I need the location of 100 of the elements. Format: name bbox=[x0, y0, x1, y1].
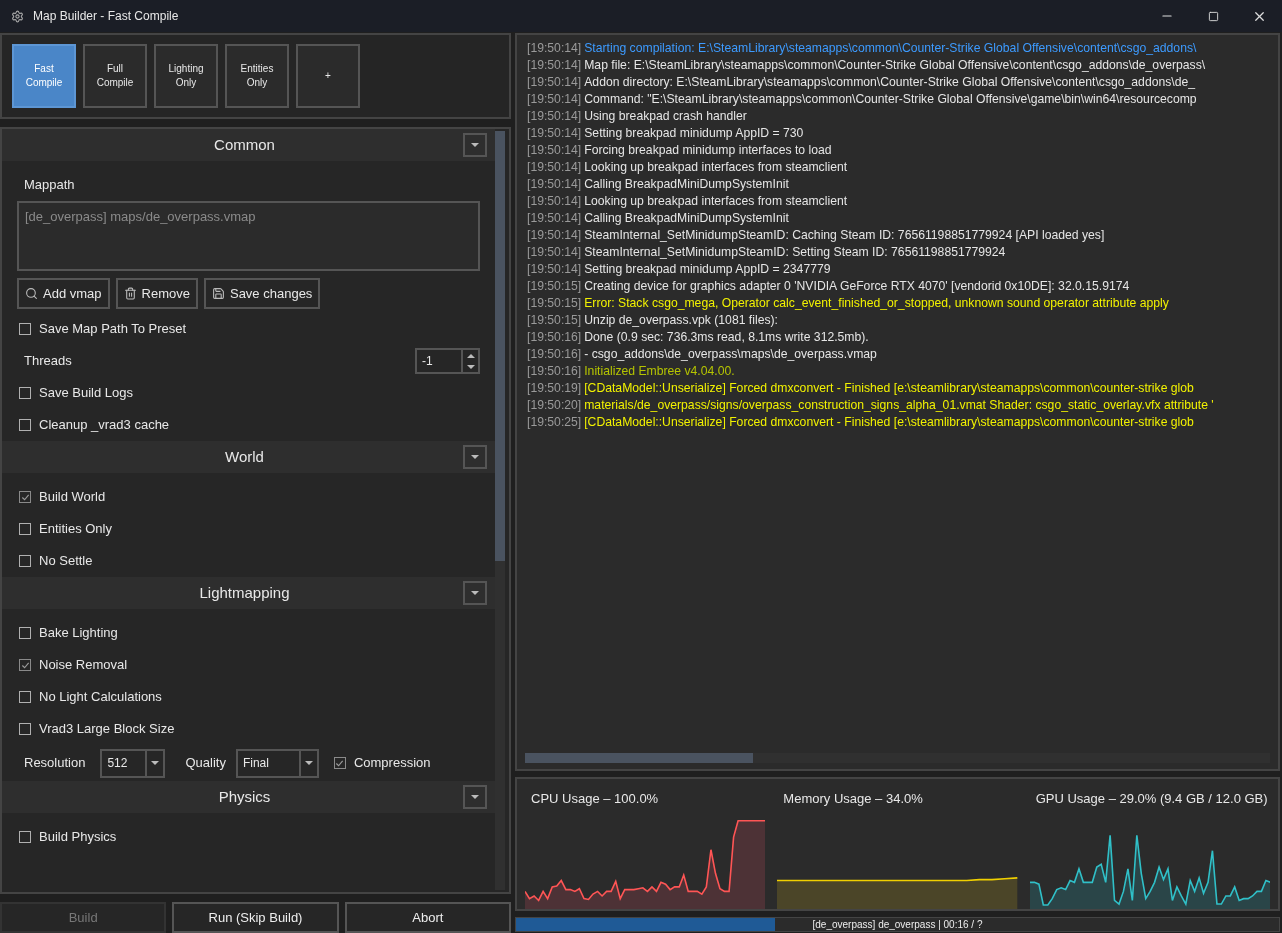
log-message: Unzip de_overpass.vpk (1081 files): bbox=[584, 312, 778, 330]
section-header[interactable]: Lightmapping bbox=[2, 577, 495, 609]
log-message: SteamInternal_SetMinidumpSteamID: Setting Steam ID: 76561198851779924 bbox=[584, 244, 1006, 262]
section-header[interactable]: Common bbox=[2, 129, 495, 161]
caret-icon bbox=[471, 591, 479, 595]
search-icon bbox=[25, 287, 38, 300]
log-message: Error: Stack csgo_mega, Operator calc_event_finished_or_stopped, unknown sound operator attribute apply bbox=[584, 295, 1169, 313]
checkbox[interactable] bbox=[19, 387, 31, 399]
scroll-bar[interactable] bbox=[495, 131, 505, 890]
down-arrow-icon[interactable] bbox=[466, 364, 475, 369]
log-timestamp: [19:50:15] bbox=[527, 278, 582, 296]
checkbox-label: Bake Lighting bbox=[39, 624, 118, 643]
log-timestamp: [19:50:14] bbox=[527, 40, 582, 58]
gear-icon bbox=[11, 9, 24, 23]
field-label: Resolution bbox=[24, 754, 86, 773]
preset-button[interactable]: Fast Compile bbox=[12, 44, 76, 108]
collapse-button[interactable] bbox=[463, 785, 487, 809]
log-timestamp: [19:50:19] bbox=[527, 380, 582, 398]
action-button[interactable]: Add vmap bbox=[17, 278, 110, 309]
scroll-thumb[interactable] bbox=[495, 131, 505, 561]
checkbox-label: Save Build Logs bbox=[39, 384, 133, 403]
collapse-button[interactable] bbox=[463, 133, 487, 157]
checkbox[interactable] bbox=[19, 831, 31, 843]
log-timestamp: [19:50:14] bbox=[527, 244, 582, 262]
log-message: Creating device for graphics adapter 0 'NVIDIA GeForce RTX 4070' [vendorid 0x10DE]: 32.0.15.9174 bbox=[584, 278, 1130, 296]
checkbox[interactable] bbox=[19, 323, 31, 335]
log-timestamp: [19:50:25] bbox=[527, 414, 582, 432]
action-button[interactable]: Save changes bbox=[203, 278, 321, 309]
checkbox-label: Cleanup _vrad3 cache bbox=[39, 416, 170, 435]
action-button[interactable]: Abort bbox=[344, 902, 511, 933]
section-title: World bbox=[225, 446, 264, 467]
action-button[interactable]: Run (Skip Build) bbox=[172, 902, 339, 933]
preset-button[interactable]: Entities Only bbox=[225, 44, 289, 108]
log-message: Command: "E:\SteamLibrary\steamapps\common\Counter-Strike Global Offensive\game\bin\win64\resourcecomp bbox=[584, 91, 1197, 109]
preset-button[interactable]: Full Compile bbox=[83, 44, 147, 108]
checkbox[interactable] bbox=[19, 723, 31, 735]
usage-title: Memory Usage – 34.0% bbox=[782, 790, 924, 808]
log-timestamp: [19:50:14] bbox=[527, 261, 582, 279]
checkbox[interactable] bbox=[19, 659, 31, 671]
caret-icon bbox=[471, 795, 479, 799]
map-path-entry[interactable]: [de_overpass] maps/de_overpass.vmap bbox=[25, 207, 472, 227]
usage-title: GPU Usage – 29.0% (9.4 GB / 12.0 GB) bbox=[1034, 790, 1269, 808]
caret-icon bbox=[304, 761, 313, 765]
log-message: Starting compilation: E:\SteamLibrary\steamapps\common\Counter-Strike Global Offensive\content\csgo_addons\ bbox=[584, 40, 1197, 58]
log-message: Setting breakpad minidump AppID = 730 bbox=[584, 125, 804, 143]
section-header[interactable]: World bbox=[2, 441, 495, 473]
progress-text: [de_overpass] de_overpass | 00:16 / ? bbox=[811, 918, 984, 931]
collapse-button[interactable] bbox=[463, 581, 487, 605]
log-message: Done (0.9 sec: 736.3ms read, 8.1ms write 312.5mb). bbox=[584, 329, 869, 347]
dropdown[interactable]: Final bbox=[235, 748, 319, 778]
log-message: [CDataModel::Unserialize] Forced dmxconvert - Finished [e:\steamlibrary\steamapps\common\counter-strike glob bbox=[584, 414, 1194, 432]
caret-icon bbox=[151, 761, 160, 765]
checkbox[interactable] bbox=[19, 691, 31, 703]
field-label: Threads bbox=[23, 352, 73, 371]
horizontal-scroll-bar[interactable] bbox=[525, 753, 1270, 763]
checkbox[interactable] bbox=[19, 555, 31, 567]
log-timestamp: [19:50:15] bbox=[527, 295, 582, 313]
collapse-button[interactable] bbox=[463, 445, 487, 469]
action-button[interactable]: Remove bbox=[115, 278, 198, 309]
log-timestamp: [19:50:20] bbox=[527, 397, 582, 415]
checkbox[interactable] bbox=[19, 627, 31, 639]
map-path-list[interactable]: [de_overpass] maps/de_overpass.vmap bbox=[17, 201, 480, 271]
log-message: Calling BreakpadMiniDumpSystemInit bbox=[584, 210, 789, 228]
log-timestamp: [19:50:14] bbox=[527, 227, 582, 245]
checkbox-label: Build World bbox=[39, 488, 106, 507]
scroll-thumb[interactable] bbox=[525, 753, 753, 763]
log-message: Map file: E:\SteamLibrary\steamapps\common\Counter-Strike Global Offensive\content\csgo_addons\de_overpass\ bbox=[584, 57, 1206, 75]
checkbox-label: Entities Only bbox=[39, 520, 112, 539]
log-timestamp: [19:50:14] bbox=[527, 159, 582, 177]
checkbox[interactable] bbox=[19, 419, 31, 431]
log-timestamp: [19:50:16] bbox=[527, 363, 582, 381]
log-message: Looking up breakpad interfaces from steamclient bbox=[584, 159, 848, 177]
log-timestamp: [19:50:14] bbox=[527, 125, 582, 143]
dropdown[interactable]: 512 bbox=[100, 748, 166, 778]
log-timestamp: [19:50:14] bbox=[527, 176, 582, 194]
checkbox-label: Save Map Path To Preset bbox=[39, 320, 187, 339]
preset-button[interactable]: + bbox=[296, 44, 360, 108]
log-message: Initialized Embree v4.04.00. bbox=[584, 363, 735, 381]
log-message: - csgo_addons\de_overpass\maps\de_overpass.vmap bbox=[584, 346, 877, 364]
preset-button[interactable]: Lighting Only bbox=[154, 44, 218, 108]
caret-icon bbox=[471, 455, 479, 459]
checkbox-label: Build Physics bbox=[39, 828, 117, 847]
checkbox[interactable] bbox=[19, 523, 31, 535]
window-title: Map Builder - Fast Compile bbox=[33, 8, 180, 25]
log-message: Addon directory: E:\SteamLibrary\steamapps\common\Counter-Strike Global Offensive\content\csgo_addons\de_ bbox=[584, 74, 1196, 92]
section-title: Lightmapping bbox=[199, 582, 290, 603]
checkbox[interactable] bbox=[19, 491, 31, 503]
checkbox[interactable] bbox=[333, 757, 346, 769]
log-message: SteamInternal_SetMinidumpSteamID: Caching Steam ID: 76561198851779924 [API loaded yes] bbox=[584, 227, 1105, 245]
section-title: Common bbox=[214, 134, 275, 155]
checkbox-label: Vrad3 Large Block Size bbox=[39, 720, 175, 739]
checkbox-label: Noise Removal bbox=[39, 656, 128, 675]
field-label: Quality bbox=[185, 754, 226, 773]
number-spinner[interactable]: -1 bbox=[415, 348, 480, 374]
checkbox-label: No Settle bbox=[39, 552, 93, 571]
log-message: Setting breakpad minidump AppID = 2347779 bbox=[584, 261, 831, 279]
log-timestamp: [19:50:15] bbox=[527, 312, 582, 330]
up-arrow-icon[interactable] bbox=[466, 353, 475, 358]
log-timestamp: [19:50:14] bbox=[527, 142, 582, 160]
section-header[interactable]: Physics bbox=[2, 781, 495, 813]
